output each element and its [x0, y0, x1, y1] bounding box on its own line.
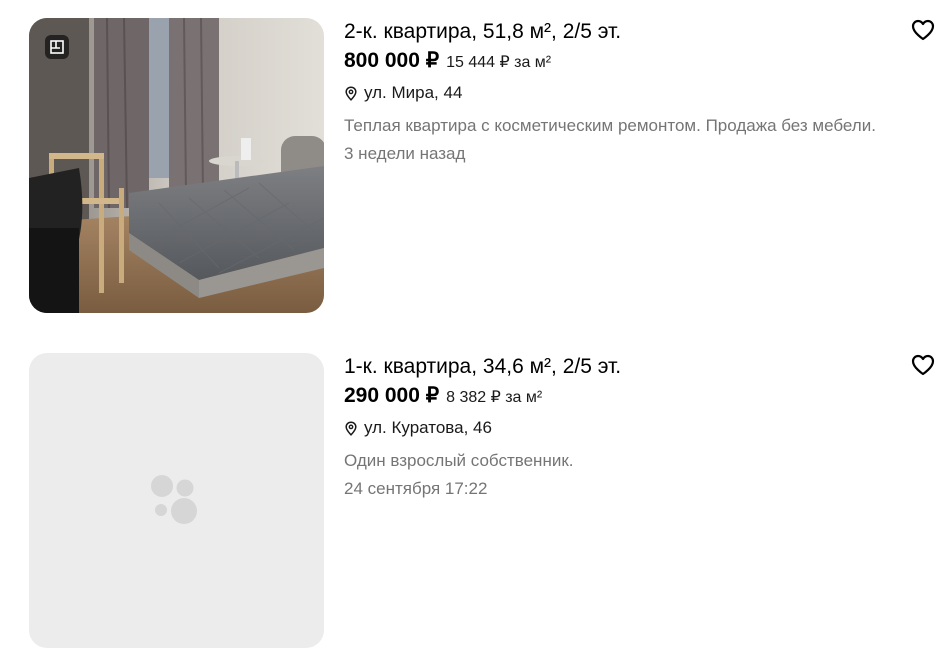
floor-plan-badge	[45, 35, 69, 59]
listing-description: Теплая квартира с косметическим ремонтом…	[344, 116, 876, 135]
listing-date: 24 сентября 17:22	[344, 479, 488, 498]
heart-outline-icon	[911, 19, 935, 41]
listing-date: 3 недели назад	[344, 144, 466, 163]
listing-price: 800 000 ₽	[344, 49, 440, 72]
price-per-m2: 8 382 ₽ за м²	[446, 389, 543, 406]
favorite-button[interactable]	[910, 353, 936, 377]
listing-photo-placeholder[interactable]	[29, 353, 324, 648]
listing-info: 2-к. квартира, 51,8 м², 2/5 эт. 800 000 …	[344, 18, 904, 166]
address-text: ул. Мира, 44	[364, 83, 463, 102]
location-pin-icon	[345, 420, 357, 436]
listing-card[interactable]: 2-к. квартира, 51,8 м², 2/5 эт. 800 000 …	[0, 18, 952, 318]
listing-title[interactable]: 1-к. квартира, 34,6 м², 2/5 эт.	[344, 353, 904, 381]
listing-photo[interactable]	[29, 18, 324, 313]
listing-description: Один взрослый собственник.	[344, 451, 574, 470]
floor-plan-icon	[50, 40, 64, 54]
heart-outline-icon	[911, 354, 935, 376]
listing-info: 1-к. квартира, 34,6 м², 2/5 эт. 290 000 …	[344, 353, 904, 501]
price-row: 290 000 ₽ 8 382 ₽ за м²	[344, 383, 904, 409]
price-per-m2: 15 444 ₽ за м²	[446, 54, 552, 71]
listing-title[interactable]: 2-к. квартира, 51,8 м², 2/5 эт.	[344, 18, 904, 46]
listing-price: 290 000 ₽	[344, 384, 440, 407]
favorite-button[interactable]	[910, 18, 936, 42]
listing-address: ул. Мира, 44	[344, 82, 904, 104]
bedroom-photo	[29, 18, 324, 313]
listing-address: ул. Куратова, 46	[344, 417, 904, 439]
listing-card[interactable]: 1-к. квартира, 34,6 м², 2/5 эт. 290 000 …	[0, 353, 952, 653]
address-text: ул. Куратова, 46	[364, 418, 492, 437]
price-row: 800 000 ₽ 15 444 ₽ за м²	[344, 48, 904, 74]
location-pin-icon	[345, 85, 357, 101]
placeholder-logo-icon	[151, 475, 197, 524]
